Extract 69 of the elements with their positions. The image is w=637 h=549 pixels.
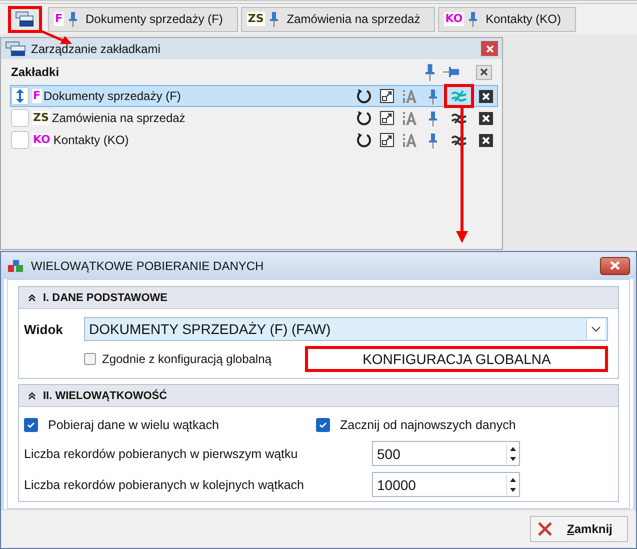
unpin-icon[interactable]	[442, 66, 462, 78]
dialog-title: WIELOWĄTKOWE POBIERANIE DANYCH	[31, 258, 264, 272]
check-icon	[26, 420, 36, 430]
refresh-icon[interactable]	[356, 110, 372, 126]
collapse-icon	[27, 390, 37, 400]
close-icon	[480, 68, 488, 76]
checkbox[interactable]: Zgodnie z konfiguracją globalną	[84, 352, 272, 366]
checkbox[interactable]: Zacznij od najnowszych danych	[316, 418, 608, 432]
tab[interactable]: F Dokumenty sprzedaży (F)	[48, 6, 238, 32]
field-label: Liczba rekordów pobieranych w pierwszym wątku	[24, 446, 299, 460]
panel-title: Zarządzanie zakładkami	[31, 42, 162, 56]
close-icon	[486, 44, 494, 52]
check-icon	[318, 420, 328, 430]
chevron-down-icon	[591, 326, 601, 332]
link-icon	[451, 112, 467, 124]
close-icon	[537, 521, 553, 537]
section-title: II. WIELOWĄTKOWOŚĆ	[43, 390, 168, 402]
number-spinner[interactable]: 500	[372, 441, 520, 466]
pin-icon[interactable]	[428, 110, 438, 126]
close-icon[interactable]	[478, 112, 492, 124]
sync-toggle[interactable]	[444, 84, 474, 108]
pin-icon[interactable]	[428, 132, 438, 148]
refresh-icon[interactable]	[356, 88, 372, 104]
close-icon[interactable]	[478, 90, 492, 102]
annotation-arrow	[40, 30, 72, 44]
global-config-button[interactable]: KONFIGURACJA GLOBALNA	[305, 346, 608, 372]
close-button[interactable]	[600, 256, 630, 274]
cubes-icon	[7, 258, 25, 272]
field-label: Liczba rekordów pobieranych w kolejnych wątkach	[24, 478, 306, 492]
close-all-button[interactable]	[476, 64, 492, 80]
checkbox[interactable]: Pobieraj dane w wielu wątkach	[24, 418, 316, 432]
open-window-icon[interactable]	[378, 88, 394, 104]
bookmark-label: Zamówienia na sprzedaż	[52, 111, 186, 125]
open-window-icon[interactable]	[378, 110, 394, 126]
close-icon[interactable]	[478, 134, 492, 146]
close-icon	[610, 261, 620, 270]
number-spinner[interactable]: 10000	[372, 472, 520, 497]
collapse-icon	[27, 292, 37, 302]
window-stack-icon	[5, 40, 27, 56]
refresh-icon[interactable]	[356, 132, 372, 148]
pin-icon	[268, 11, 279, 27]
section-header[interactable]: I. DANE PODSTAWOWE	[19, 287, 618, 309]
section-heading: Zakładki	[11, 65, 60, 79]
tab[interactable]: KO Kontakty (KO)	[438, 6, 576, 32]
bookmark-label: Dokumenty sprzedaży (F)	[44, 89, 181, 103]
font-icon[interactable]	[402, 88, 418, 104]
tab-manager-button[interactable]	[8, 6, 42, 32]
pin-icon[interactable]	[424, 63, 436, 81]
section-header[interactable]: II. WIELOWĄTKOWOŚĆ	[19, 385, 618, 407]
pin-icon	[468, 11, 478, 27]
link-icon	[451, 134, 467, 146]
section-title: I. DANE PODSTAWOWE	[43, 292, 168, 304]
bookmark-label: Kontakty (KO)	[53, 133, 129, 147]
move-icon[interactable]	[14, 88, 26, 104]
close-dialog-button[interactable]: Zamknij	[530, 516, 628, 542]
field-label: Widok	[24, 322, 64, 336]
bookmark-row[interactable]: ZS Zamówienia na sprzedaż	[10, 107, 498, 129]
tab[interactable]: ZS Zamówienia na sprzedaż	[240, 6, 436, 32]
open-window-icon[interactable]	[378, 132, 394, 148]
pin-icon[interactable]	[428, 88, 438, 104]
pin-icon	[68, 11, 78, 27]
font-icon[interactable]	[402, 132, 418, 148]
font-icon[interactable]	[402, 110, 418, 126]
bookmark-row[interactable]: KO Kontakty (KO)	[10, 129, 498, 151]
window-stack-icon	[15, 11, 35, 27]
link-icon	[451, 90, 467, 102]
close-button[interactable]	[481, 41, 498, 56]
view-dropdown[interactable]: DOKUMENTY SPRZEDAŻY (F) (FAW)	[84, 317, 608, 341]
bookmark-row[interactable]: F Dokumenty sprzedaży (F)	[10, 85, 498, 107]
